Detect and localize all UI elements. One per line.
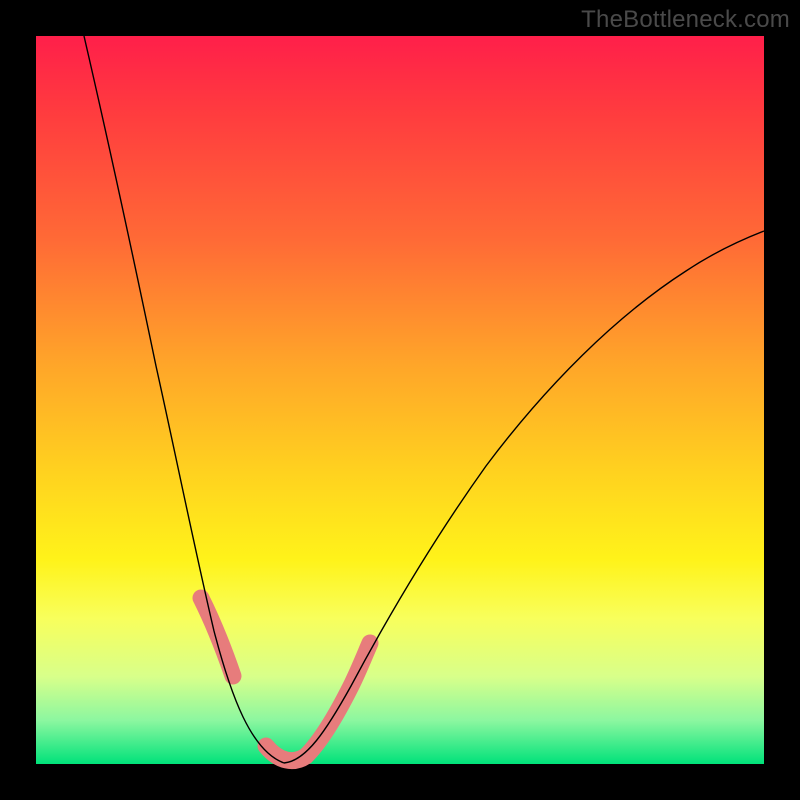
outer-frame: TheBottleneck.com [0, 0, 800, 800]
highlight-valley-right [266, 643, 370, 761]
curve-left-branch [84, 36, 284, 763]
plot-area [36, 36, 764, 764]
bottleneck-curve [36, 36, 764, 764]
highlight-left [201, 598, 233, 676]
watermark-text: TheBottleneck.com [581, 6, 790, 34]
